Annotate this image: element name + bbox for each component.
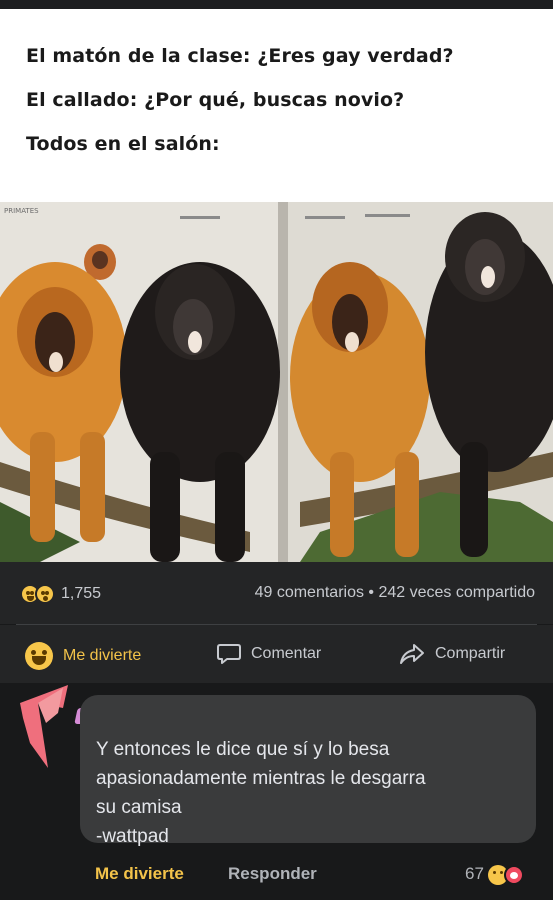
comment-button[interactable]: Comentar (216, 642, 321, 666)
avatar[interactable] (18, 683, 88, 778)
post-action-bar: Me divierte Comentar Compartir (0, 625, 553, 683)
haha-emoji-icon (25, 642, 53, 670)
meme-line-1: El matón de la clase: ¿Eres gay verdad? (26, 45, 454, 67)
comment-reply-button[interactable]: Responder (228, 864, 317, 884)
reaction-summary[interactable]: 1,755 (20, 584, 101, 604)
comment-button-label: Comentar (251, 645, 322, 662)
wow-emoji-icon (35, 584, 55, 604)
comment-react-button[interactable]: Me divierte (95, 864, 184, 884)
react-button-label: Me divierte (63, 647, 142, 664)
react-button[interactable]: Me divierte (25, 642, 141, 670)
love-emoji-icon (504, 865, 524, 885)
reaction-count: 1,755 (61, 585, 102, 602)
book-label: PRIMATES (4, 207, 39, 215)
share-button[interactable]: Compartir (398, 642, 505, 666)
meme-line-2: El callado: ¿Por qué, buscas novio? (26, 89, 405, 111)
share-icon (400, 644, 424, 664)
comment-icon (217, 644, 241, 664)
meme-caption: El matón de la clase: ¿Eres gay verdad? … (0, 9, 553, 202)
share-button-label: Compartir (435, 645, 506, 662)
howler-monkeys-illustration: PRIMATES (0, 202, 553, 562)
comment-text: Y entonces le dice que sí y lo besa apas… (96, 739, 426, 847)
post-stats: 1,755 49 comentarios • 242 veces compart… (0, 562, 553, 624)
meme-line-3: Todos en el salón: (26, 133, 220, 155)
engagement-stats[interactable]: 49 comentarios • 242 veces compartido (255, 584, 535, 602)
comment-reaction-count[interactable]: 67 (465, 864, 484, 884)
status-bar (0, 0, 553, 9)
post-image[interactable]: PRIMATES (0, 202, 553, 562)
comment-section: Y entonces le dice que sí y lo besa apas… (0, 683, 553, 900)
comment-bubble: Y entonces le dice que sí y lo besa apas… (80, 695, 536, 847)
